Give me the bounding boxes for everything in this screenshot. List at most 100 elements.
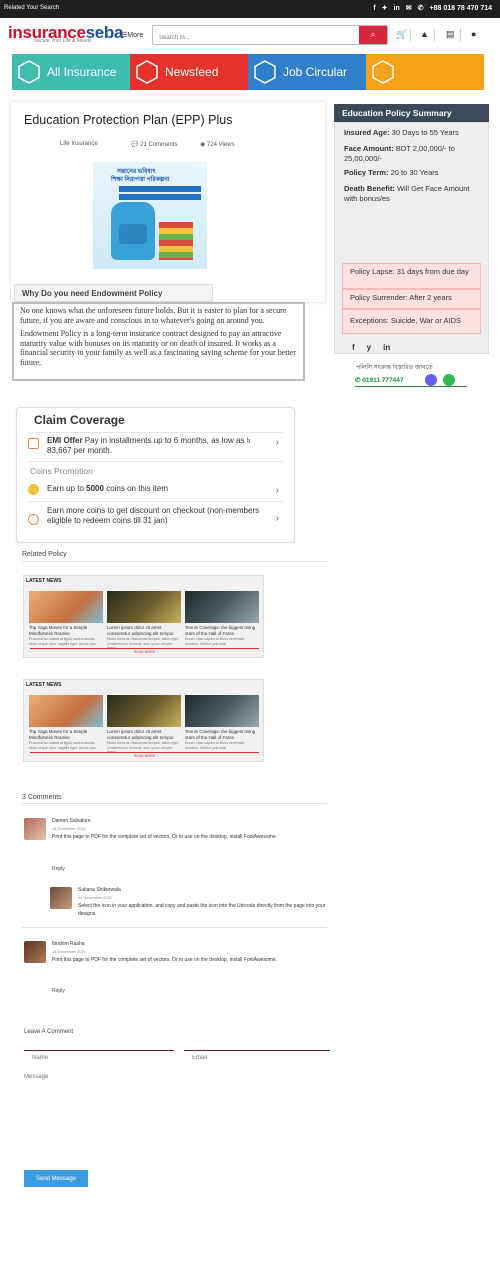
discount-icon <box>28 514 39 525</box>
header-divider <box>434 29 435 41</box>
mail-icon[interactable]: ✉ <box>406 4 412 12</box>
discount-coins-row[interactable]: Earn more coins to get discount on check… <box>28 506 283 536</box>
comment-text: Print this page to PDF for the complete … <box>52 957 278 963</box>
comment-author[interactable]: Sultana Shikerwala <box>78 887 121 893</box>
header-divider <box>460 29 461 41</box>
news-card[interactable]: Lorem ipsum dolor sit amet consectetur a… <box>107 591 181 651</box>
tile-label: Job Circular <box>283 65 348 79</box>
news-image <box>185 591 259 623</box>
chevron-right-icon: › <box>275 437 279 448</box>
hexagon-icon <box>372 60 394 84</box>
page-title: Education Protection Plan (EPP) Plus <box>24 113 233 127</box>
policy-term: Policy Term: 20 to 30 Years <box>344 168 439 177</box>
contact-bar: ✆ 01911 777447 <box>355 373 467 387</box>
avatar <box>50 887 72 909</box>
user-icon[interactable]: ● <box>471 29 476 39</box>
cart-icon[interactable]: 🛒 <box>396 29 407 40</box>
coin-icon <box>28 484 39 495</box>
note-icon[interactable]: ▤ <box>446 29 455 40</box>
views-count: ◉ 724 Views <box>200 142 235 148</box>
policy-surrender: Policy Surrender: After 2 years <box>342 289 481 309</box>
news-card[interactable]: Top Yoga Moves for a Simple Mindfulness … <box>29 591 103 646</box>
emi-offer-row[interactable]: EMI Offer Pay in installments up to 6 mo… <box>28 436 283 458</box>
books-illustration <box>159 222 193 260</box>
comments-heading: 3 Comments <box>22 794 62 801</box>
name-field[interactable] <box>24 1050 174 1064</box>
why-text-box: No one knows what the unforeseen future … <box>12 302 305 381</box>
news-image <box>107 695 181 727</box>
tile-all-insurance[interactable]: All Insurance <box>12 54 130 90</box>
policy-exceptions: Exceptions: Suicide, War or AIDS <box>342 309 481 334</box>
comment-date: 14 December 2021 <box>52 949 87 954</box>
bell-icon[interactable]: ▲ <box>420 29 429 39</box>
email-field[interactable] <box>184 1050 330 1064</box>
facebook-icon[interactable]: f <box>373 5 375 12</box>
latest-news-box: LATEST NEWS Top Yoga Moves for a Simple … <box>23 575 264 658</box>
news-card[interactable]: Lorem ipsum dolor sit amet consectetur a… <box>107 695 181 755</box>
death-benefit: Death Benefit: Will Get Face Amount with… <box>344 184 470 203</box>
read-more-link[interactable]: READ MORE <box>30 752 259 758</box>
latest-news-box: LATEST NEWS Top Yoga Moves for a Simple … <box>23 679 264 762</box>
tile-label: All Insurance <box>47 65 117 79</box>
chevron-right-icon: › <box>275 485 279 496</box>
tile-newsfeed[interactable]: Newsfeed <box>130 54 248 90</box>
send-message-button[interactable]: Send Message <box>24 1170 88 1187</box>
comment-author[interactable]: Damon Salvatore <box>52 818 91 824</box>
why-paragraph: Endowment Policy is a long-term insuranc… <box>20 329 296 367</box>
comment-text: Print this page to PDF for the complete … <box>52 834 278 840</box>
twitter-icon[interactable]: y <box>367 343 371 352</box>
comment-author[interactable]: Ibrahim Rasha <box>52 941 85 947</box>
whatsapp-icon[interactable] <box>443 373 455 386</box>
header-divider <box>410 29 411 41</box>
news-card[interactable]: Top Yoga Moves for a Simple Mindfulness … <box>29 695 103 750</box>
message-field[interactable] <box>24 1074 324 1164</box>
messenger-icon[interactable] <box>425 373 437 386</box>
tile-job-circular[interactable]: Job Circular <box>248 54 366 90</box>
related-policy-heading: Related Policy <box>22 551 67 558</box>
why-heading: Why Do you need Endowment Policy <box>14 284 213 302</box>
why-paragraph: No one knows what the unforeseen future … <box>20 306 287 325</box>
backpack-illustration <box>111 202 155 260</box>
news-card[interactable]: Tennis Coverage: the biggest rising star… <box>185 591 259 646</box>
reply-link[interactable]: Reply <box>52 988 65 994</box>
category-tiles: All Insurance Newsfeed Job Circular <box>12 54 484 90</box>
comment-date: 14 December 2021 <box>52 826 87 831</box>
chevron-right-icon: › <box>275 513 279 524</box>
comment-icon: 💬 <box>131 142 141 148</box>
coins-promotion-title: Coins Promotion <box>30 466 93 476</box>
search-input[interactable] <box>153 29 353 47</box>
leave-comment-heading: Leave A Comment <box>24 1029 74 1035</box>
hexagon-icon <box>254 60 276 84</box>
twitter-icon[interactable]: ✦ <box>382 4 388 12</box>
contact-prompt: পলিসি সংক্রান্ত বিস্তারিত জানতে <box>356 365 433 371</box>
earn-coins-row[interactable]: Earn up to 5000 coins on this item › <box>28 484 283 496</box>
reply-link[interactable]: Reply <box>52 866 65 872</box>
category-link[interactable]: Life Insurance <box>60 141 98 147</box>
avatar <box>24 818 46 840</box>
facebook-icon[interactable]: f <box>352 343 355 352</box>
phone-icon: ✆ <box>417 5 424 12</box>
comment-text: Select the icon in your application, and… <box>78 903 326 917</box>
tile-more[interactable] <box>366 54 484 90</box>
claim-title: Claim Coverage <box>34 413 125 427</box>
top-bar-phone[interactable]: +88 018 78 470 714 <box>430 5 492 12</box>
news-card[interactable]: Tennis Coverage: the biggest rising star… <box>185 695 259 750</box>
comment-date: 14 December 2021 <box>78 895 113 900</box>
top-bar: Related Your Search f ✦ in ✉ ✆ +88 018 7… <box>0 0 500 18</box>
policy-promo-image: সন্তানের ভবিষ্যৎ শিক্ষা নিরাপত্তা পরিকল্… <box>93 162 207 269</box>
search-bar: ⌕ <box>152 25 388 47</box>
news-image <box>185 695 259 727</box>
comment-divider <box>22 927 327 928</box>
more-menu-button[interactable]: ☰More <box>121 31 143 39</box>
linkedin-icon[interactable]: in <box>383 343 390 352</box>
read-more-link[interactable]: READ MORE <box>30 648 259 654</box>
contact-phone[interactable]: ✆ 01911 777447 <box>355 376 419 384</box>
linkedin-icon[interactable]: in <box>394 5 400 12</box>
news-image <box>107 591 181 623</box>
comments-count[interactable]: 💬 21 Comments <box>131 141 178 148</box>
top-bar-contacts: f ✦ in ✉ ✆ +88 018 78 470 714 <box>373 4 492 13</box>
top-bar-text: Related Your Search <box>4 5 60 11</box>
calendar-icon <box>28 438 39 449</box>
search-button[interactable]: ⌕ <box>359 26 387 44</box>
summary-social-links: f y in <box>352 343 390 352</box>
